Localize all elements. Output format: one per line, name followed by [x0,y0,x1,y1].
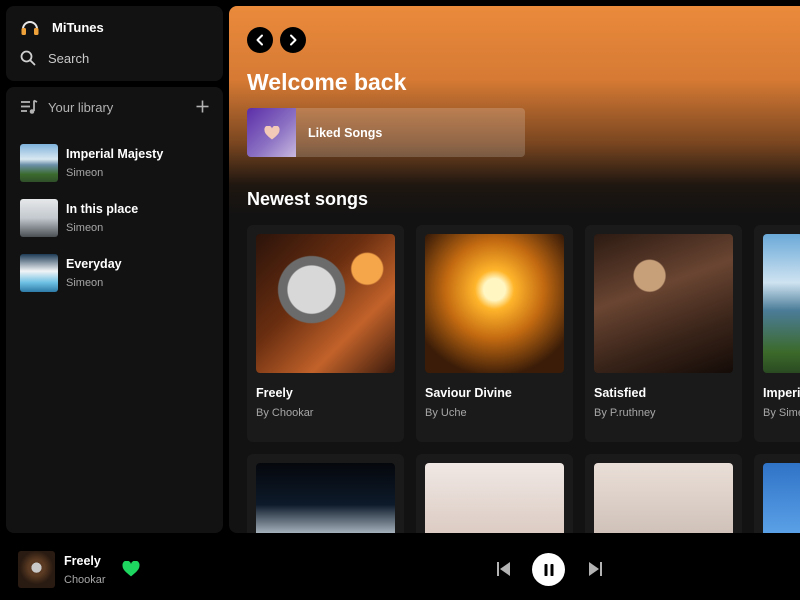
app-name: MiTunes [52,19,104,35]
library-item-artwork [20,143,58,182]
like-button[interactable] [122,560,140,582]
song-card[interactable]: Imperial Majesty By Simeon [754,225,800,442]
song-card-artist: By Simeon [763,407,800,419]
library-item-title: Imperial Majesty [66,146,164,161]
library-item-title: In this place [66,201,139,216]
library-icon [21,99,38,114]
song-card[interactable] [416,454,573,533]
page-title: Welcome back [247,69,407,95]
song-card[interactable]: Freely By Chookar [247,225,404,442]
now-playing-artwork[interactable] [18,551,55,588]
liked-songs-shortcut[interactable]: Liked Songs [247,108,525,157]
pause-icon [544,563,553,576]
library-panel: Your library Imperial Majesty Simeon In … [6,87,223,533]
library-item-artwork [20,198,58,237]
song-card-artwork [763,234,800,373]
skip-back-icon [497,562,510,576]
library-item-artist: Simeon [66,166,104,179]
liked-songs-label: Liked Songs [308,125,383,140]
main-content: Welcome back Liked Songs Newest songs Fr… [229,6,800,533]
song-card-artist: By P.ruthney [594,407,656,419]
library-item-title: Everyday [66,256,122,271]
liked-songs-artwork [247,108,296,157]
song-card-artwork [256,463,395,533]
library-item-artist: Simeon [66,276,104,289]
song-card-artist: By Chookar [256,407,314,419]
song-card[interactable] [585,454,742,533]
library-item-artist: Simeon [66,221,104,234]
library-title: Your library [48,99,114,115]
headphones-icon [21,21,39,35]
library-item[interactable]: Imperial Majesty Simeon [20,135,215,190]
library-item-artwork [20,253,58,292]
search-icon [20,50,36,66]
search-label: Search [48,50,90,66]
library-list: Imperial Majesty Simeon In this place Si… [20,135,215,300]
library-item[interactable]: In this place Simeon [20,190,215,245]
search-nav-item[interactable]: Search [20,50,89,66]
next-button[interactable] [587,560,603,583]
song-card-artwork [425,234,564,373]
heart-icon [263,125,280,139]
sidebar-top-panel: MiTunes Search [6,6,223,81]
song-card-artwork [256,234,395,373]
brand[interactable]: MiTunes [20,18,104,36]
chevron-left-icon [256,34,263,46]
song-card-title: Freely [256,386,293,400]
song-card-artwork [425,463,564,533]
library-item[interactable]: Everyday Simeon [20,245,215,300]
heart-filled-icon [122,560,140,577]
add-playlist-button[interactable] [196,99,209,115]
song-card-artist: By Uche [425,407,467,419]
song-card-title: Imperial Majesty [763,386,800,400]
chevron-right-icon [290,34,297,46]
skip-forward-icon [589,562,602,576]
now-playing-title[interactable]: Freely [64,554,101,568]
previous-button[interactable] [496,560,512,583]
song-card[interactable]: Satisfied By P.ruthney [585,225,742,442]
song-card-artwork [763,463,800,533]
forward-button[interactable] [280,27,306,53]
song-card[interactable]: Saviour Divine By Uche [416,225,573,442]
song-card-artwork [594,463,733,533]
song-card-artwork [594,234,733,373]
section-title: Newest songs [247,189,369,209]
history-nav [247,27,306,53]
back-button[interactable] [247,27,273,53]
library-header: Your library [20,99,209,115]
now-playing-artist[interactable]: Chookar [64,574,106,586]
song-card-title: Saviour Divine [425,386,512,400]
song-card[interactable] [754,454,800,533]
song-card-title: Satisfied [594,386,647,400]
song-card[interactable] [247,454,404,533]
player-bar: Freely Chookar [0,538,800,600]
plus-icon [196,100,209,113]
play-pause-button[interactable] [532,553,565,586]
